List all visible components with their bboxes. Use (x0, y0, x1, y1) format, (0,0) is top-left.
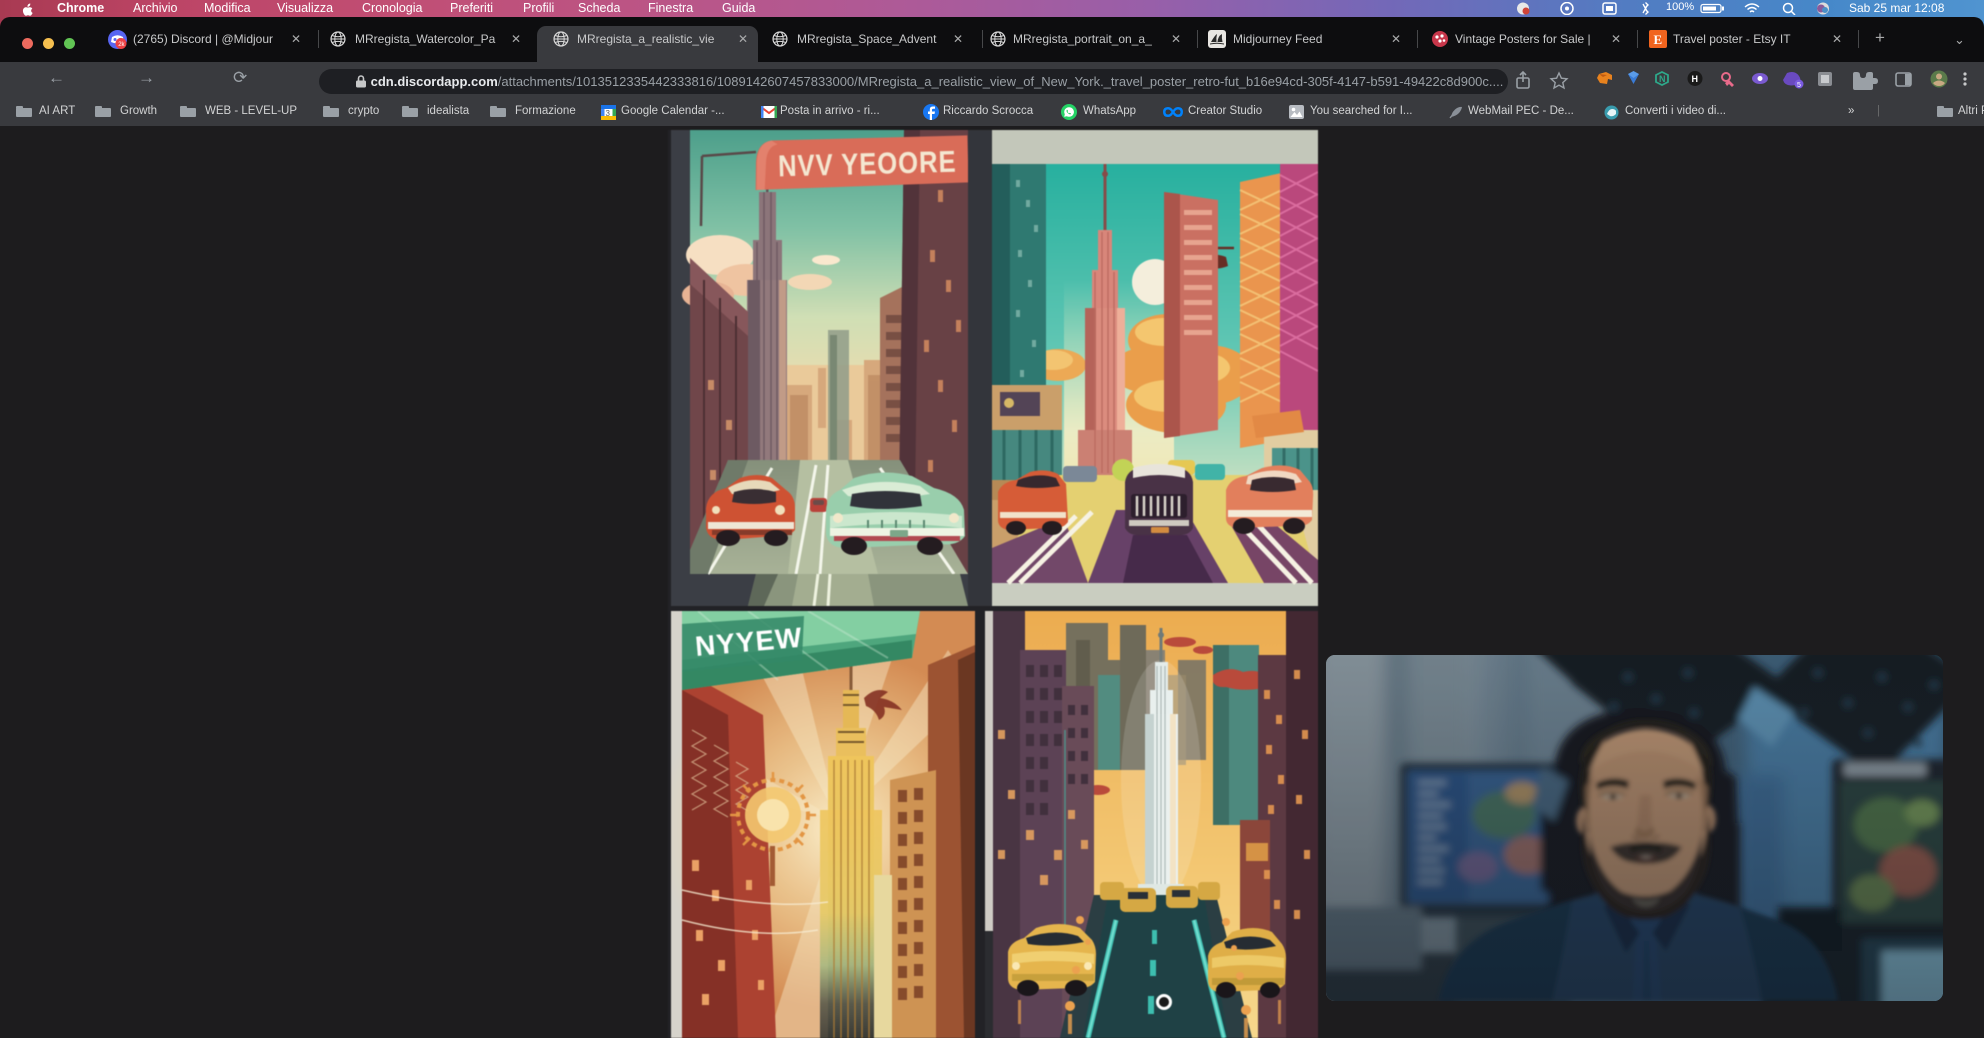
svg-text:N: N (1659, 74, 1666, 84)
svg-text:5: 5 (1797, 82, 1801, 89)
svg-text:2k: 2k (118, 42, 125, 48)
svg-text:H: H (1692, 74, 1699, 84)
svg-text:NVV YEOORE: NVV YEOORE (778, 145, 957, 183)
svg-text:E: E (1654, 32, 1663, 47)
svg-text:3: 3 (606, 109, 611, 118)
